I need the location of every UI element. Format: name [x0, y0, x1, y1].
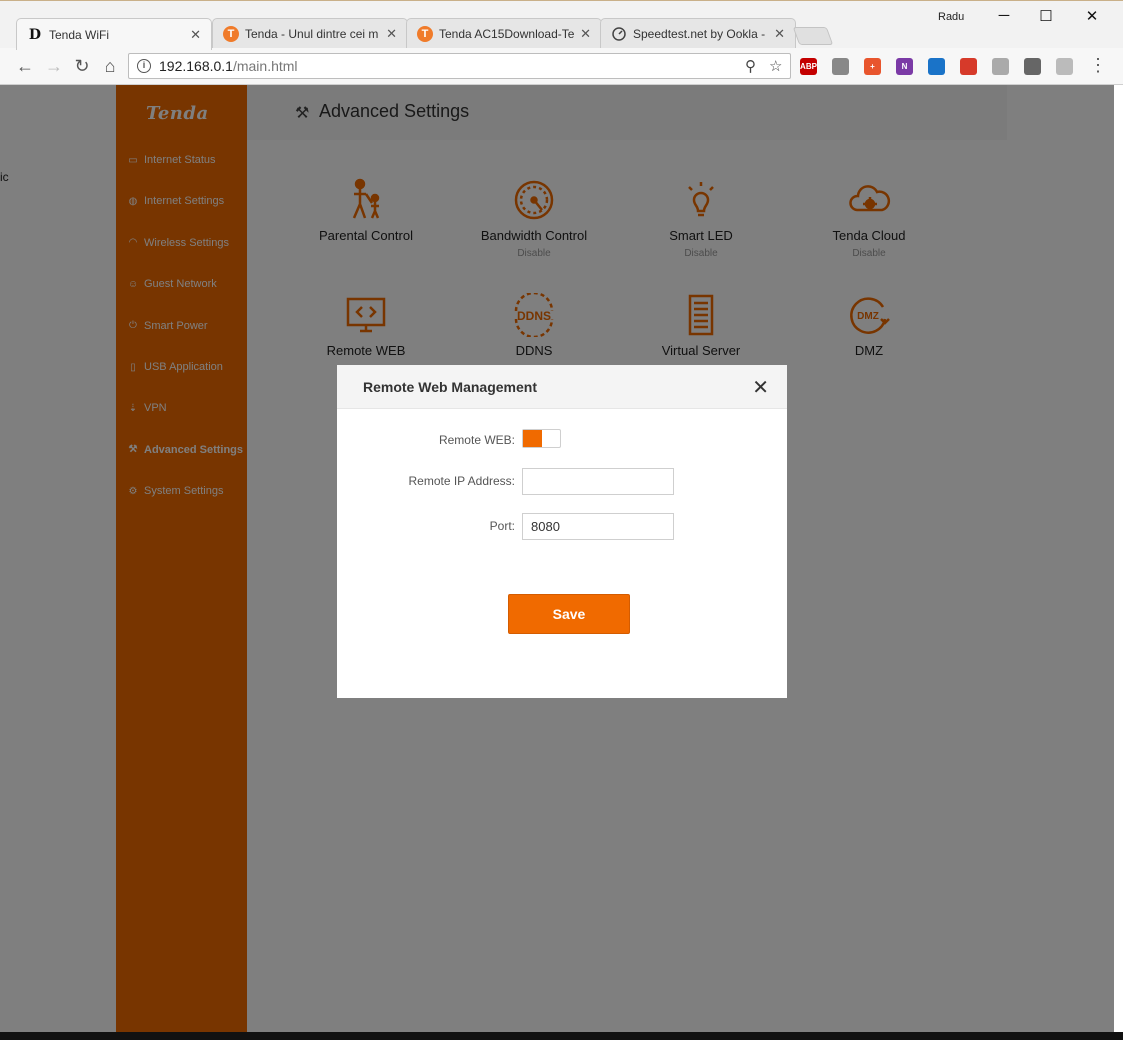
remote-ip-label: Remote IP Address:	[408, 474, 516, 488]
camera-icon[interactable]	[832, 58, 849, 75]
tab-speedtest[interactable]: Speedtest.net by Ookla - ✕	[600, 18, 796, 49]
tenda-favicon-icon: T	[223, 26, 239, 42]
onenote-icon[interactable]: N	[896, 58, 913, 75]
tab-tenda-article[interactable]: T Tenda - Unul dintre cei m ✕	[212, 18, 408, 49]
tab-label: Speedtest.net by Ookla -	[633, 27, 766, 41]
taskbar-edge	[0, 1032, 1123, 1040]
plus-extension-icon[interactable]: +	[864, 58, 881, 75]
maximize-icon[interactable]: ☐	[1036, 7, 1056, 25]
toggle-on-indicator	[523, 430, 542, 447]
new-tab-button[interactable]	[792, 27, 834, 45]
port-input[interactable]	[522, 513, 674, 540]
address-bar[interactable]: i 192.168.0.1/main.html ⚲ ☆	[128, 53, 791, 79]
port-label: Port:	[489, 519, 515, 533]
bookmark-star-icon[interactable]: ☆	[769, 57, 782, 75]
speedometer-icon	[611, 26, 627, 42]
browser-toolbar: ← → ↻ ⌂ i 192.168.0.1/main.html ⚲ ☆ ABP +…	[0, 48, 1123, 85]
home-icon[interactable]: ⌂	[99, 56, 121, 76]
url-host: 192.168.0.1	[159, 58, 233, 74]
close-icon[interactable]: ✕	[752, 375, 769, 400]
port-row: Port:	[337, 513, 787, 541]
url-path: /main.html	[232, 58, 298, 74]
tenda-d-favicon-icon: D	[28, 26, 42, 43]
close-tab-icon[interactable]: ✕	[190, 27, 201, 43]
tab-label: Tenda AC15Download-Te	[439, 27, 575, 41]
dialog-header: Remote Web Management ✕	[337, 365, 787, 409]
remote-web-row: Remote WEB:	[337, 427, 787, 455]
close-tab-icon[interactable]: ✕	[580, 26, 591, 42]
browser-title-bar: D Tenda WiFi ✕ T Tenda - Unul dintre cei…	[0, 0, 1123, 50]
tab-tenda-download[interactable]: T Tenda AC15Download-Te ✕	[406, 18, 602, 49]
save-button[interactable]: Save	[508, 594, 630, 634]
minimize-icon[interactable]: ─	[994, 7, 1014, 24]
forward-arrow-icon[interactable]: →	[43, 56, 65, 76]
pin-icon[interactable]	[1024, 58, 1041, 75]
globe-extension-icon[interactable]	[928, 58, 945, 75]
close-tab-icon[interactable]: ✕	[774, 26, 785, 42]
history-icon[interactable]	[992, 58, 1009, 75]
remote-web-toggle[interactable]	[522, 429, 561, 448]
tab-label: Tenda - Unul dintre cei m	[245, 27, 379, 41]
dialog-title: Remote Web Management	[363, 379, 537, 395]
menu-icon[interactable]: ⋮	[1087, 55, 1109, 75]
reload-icon[interactable]: ↻	[71, 56, 93, 76]
close-tab-icon[interactable]: ✕	[386, 26, 397, 42]
remote-web-management-dialog: Remote Web Management ✕ Remote WEB: Remo…	[337, 365, 787, 698]
adblock-icon[interactable]: ABP	[800, 58, 817, 75]
remote-ip-input[interactable]	[522, 468, 674, 495]
tenda-favicon-icon: T	[417, 26, 433, 42]
remote-web-label: Remote WEB:	[438, 433, 515, 447]
tab-label: Tenda WiFi	[49, 27, 110, 42]
remote-ip-row: Remote IP Address:	[337, 468, 787, 496]
info-icon[interactable]: i	[137, 59, 151, 73]
grid-extension-icon[interactable]	[1056, 58, 1073, 75]
tab-tenda-wifi[interactable]: D Tenda WiFi ✕	[16, 18, 212, 50]
close-window-icon[interactable]: ✕	[1082, 7, 1102, 25]
zoom-icon[interactable]: ⚲	[745, 57, 756, 75]
profile-name[interactable]: Radu	[938, 11, 964, 23]
rocket-extension-icon[interactable]	[960, 58, 977, 75]
back-arrow-icon[interactable]: ←	[14, 56, 36, 76]
background-page-edge	[1114, 85, 1123, 1040]
